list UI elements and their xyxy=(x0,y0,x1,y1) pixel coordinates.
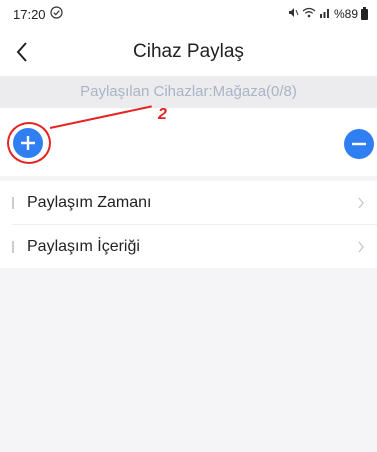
check-circle-icon xyxy=(49,6,63,22)
status-right: %89 xyxy=(288,6,368,21)
device-actions-row: 2 xyxy=(0,105,377,176)
header: Cihaz Paylaş xyxy=(0,28,377,76)
shared-devices-info: Paylaşılan Cihazlar:Mağaza(0/8) xyxy=(0,76,377,108)
annotation-circle xyxy=(7,122,51,164)
settings-list: Paylaşım Zamanı Paylaşım İçeriği xyxy=(0,181,377,268)
list-item-marker xyxy=(12,240,14,253)
wifi-icon xyxy=(302,7,316,21)
annotation-number: 2 xyxy=(158,106,167,123)
status-left: 17:20 xyxy=(13,6,63,22)
list-item-marker xyxy=(12,196,14,209)
mute-icon xyxy=(288,7,299,21)
status-bar: 17:20 %89 xyxy=(0,0,377,28)
chevron-right-icon xyxy=(358,241,364,253)
remove-device-button[interactable] xyxy=(344,129,374,159)
list-item-label: Paylaşım Zamanı xyxy=(27,193,152,211)
list-item-share-content[interactable]: Paylaşım İçeriği xyxy=(0,225,377,268)
chevron-right-icon xyxy=(358,197,364,209)
page-title: Cihaz Paylaş xyxy=(133,41,244,62)
screen: 17:20 %89 Cihaz Paylaş Paylaşılan Cihazl… xyxy=(0,0,377,452)
battery-percent: %89 xyxy=(333,7,358,21)
list-item-label: Paylaşım İçeriği xyxy=(27,237,140,255)
status-time: 17:20 xyxy=(13,6,46,22)
signal-icon xyxy=(319,7,331,21)
list-item-share-time[interactable]: Paylaşım Zamanı xyxy=(0,181,377,224)
battery-icon xyxy=(361,6,368,20)
annotation-line xyxy=(49,105,152,129)
minus-icon xyxy=(352,142,366,146)
